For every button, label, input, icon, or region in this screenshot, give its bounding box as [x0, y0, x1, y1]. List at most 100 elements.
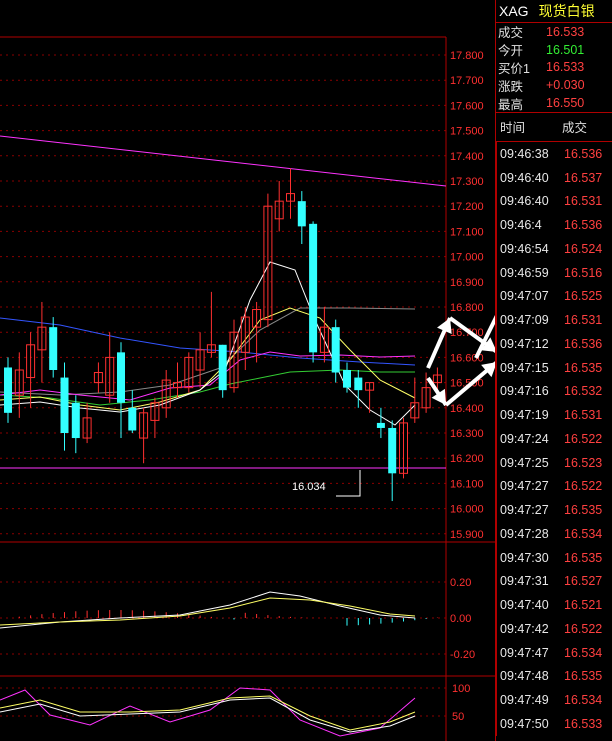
- tick-price: 16.531: [564, 408, 603, 423]
- price-axis-label: 16.300: [450, 428, 484, 440]
- tick-time: 09:47:12: [500, 336, 549, 351]
- price-axis-label: 15.900: [450, 529, 484, 541]
- macd-dea: [0, 597, 416, 626]
- price-axis-label: 17.000: [450, 252, 484, 264]
- tick-row: 09:46:40 16.531: [495, 189, 612, 214]
- tick-price: 16.534: [564, 526, 603, 541]
- tick-time: 09:47:19: [500, 408, 549, 423]
- tick-price: 16.534: [564, 693, 603, 708]
- tick-time: 09:46:40: [500, 194, 549, 209]
- tick-time: 09:47:40: [500, 598, 549, 613]
- tick-row: 09:46:4 16.536: [495, 213, 612, 237]
- price-axis-label: 17.300: [450, 176, 484, 188]
- symbol-name: 现货白银: [538, 3, 595, 19]
- tick-time: 09:47:42: [500, 621, 549, 636]
- ticks-header: 时间 成交: [496, 113, 612, 142]
- price-axis-label: 16.800: [450, 302, 484, 314]
- tick-price: 16.523: [564, 455, 603, 470]
- quote-label: 今开: [498, 44, 524, 59]
- tick-price: 16.536: [564, 336, 603, 351]
- tick-price: 16.534: [564, 645, 603, 660]
- tick-time: 09:47:49: [500, 693, 549, 708]
- quote-row: 涨跌 +0.030: [496, 76, 612, 94]
- macd-dif: [0, 591, 416, 629]
- price-axis-label: 17.600: [450, 100, 484, 112]
- tick-row: 09:47:09 16.531: [495, 308, 612, 332]
- candle-body-down: [309, 223, 318, 353]
- tick-time: 09:46:4: [500, 218, 542, 233]
- symbol-header: XAG 现货白银: [496, 0, 612, 23]
- price-axis-label: 16.100: [450, 478, 484, 490]
- tick-time: 09:47:47: [500, 645, 549, 660]
- trend-line: [0, 135, 447, 187]
- tick-time: 09:47:16: [500, 384, 549, 399]
- tick-time: 09:47:50: [500, 716, 549, 731]
- quote-row: 今开 16.501: [496, 41, 612, 59]
- tick-price: 16.522: [564, 479, 603, 494]
- price-axis-label: 16.200: [450, 453, 484, 465]
- tick-list[interactable]: 09:46:38 16.536 09:46:40 16.537 09:46:40 16.5…: [495, 141, 612, 736]
- tick-price: 16.532: [564, 384, 603, 399]
- tick-time: 09:47:09: [500, 313, 549, 328]
- price-axis-label: 16.400: [450, 403, 484, 415]
- tick-time: 09:47:30: [500, 550, 549, 565]
- tick-row: 09:47:16 16.532: [495, 379, 612, 404]
- tick-row: 09:47:48 16.535: [495, 664, 612, 689]
- tick-time: 09:46:40: [500, 170, 549, 185]
- tick-row: 09:47:50 16.533: [495, 711, 612, 736]
- tick-row: 09:46:54 16.524: [495, 236, 612, 261]
- tick-row: 09:46:40 16.537: [495, 165, 612, 190]
- kdj-axis-label: 50: [452, 711, 464, 723]
- kline-chart[interactable]: 17.800 17.700 17.600 17.500 17.400 17.300 17.2…: [0, 0, 495, 741]
- tick-row: 09:47:49 16.534: [495, 688, 612, 712]
- candle-body-down: [117, 352, 125, 403]
- tick-price: 16.522: [564, 621, 603, 636]
- candle-body-down: [218, 344, 227, 391]
- candle-body-down: [128, 407, 137, 431]
- tick-row: 09:47:30 16.535: [495, 545, 612, 570]
- tick-price: 16.531: [564, 194, 603, 209]
- tick-price: 16.535: [564, 669, 603, 684]
- symbol-code: XAG: [499, 3, 529, 19]
- price-axis-label: 16.900: [450, 277, 484, 289]
- tick-time: 09:47:27: [500, 479, 549, 494]
- kdj-axis-label: 100: [452, 683, 470, 695]
- price-axis-label: 17.100: [450, 226, 484, 238]
- tick-row: 09:47:15 16.535: [495, 355, 612, 380]
- kdj-d: [0, 695, 416, 731]
- tick-time: 09:47:15: [500, 360, 549, 375]
- tick-time: 09:46:54: [500, 241, 549, 256]
- tick-time: 09:46:59: [500, 265, 549, 280]
- candle-body-down: [4, 367, 12, 413]
- tick-row: 09:47:47 16.534: [495, 640, 612, 665]
- tick-time: 09:47:25: [500, 455, 549, 470]
- tick-row: 09:47:25 16.523: [495, 450, 612, 475]
- tick-time: 09:47:24: [500, 431, 549, 446]
- price-axis-label: 17.700: [450, 75, 484, 87]
- tick-price: 16.527: [564, 574, 603, 589]
- tick-time: 09:47:07: [500, 289, 549, 304]
- tick-row: 09:47:27 16.522: [495, 474, 612, 499]
- tick-price: 16.535: [564, 550, 603, 565]
- quote-row: 最高 16.550: [496, 94, 612, 112]
- quote-label: 买价1: [498, 62, 530, 76]
- tick-price: 16.536: [564, 218, 603, 233]
- tick-row: 09:46:38 16.536: [495, 141, 612, 166]
- quote-label: 涨跌: [498, 79, 524, 94]
- tick-price: 16.537: [564, 170, 603, 185]
- tick-price: 16.522: [564, 431, 603, 446]
- ma-blue: [0, 317, 416, 366]
- candle-body-down: [71, 402, 80, 439]
- kline-svg[interactable]: 17.800 17.700 17.600 17.500 17.400 17.300 17.2…: [0, 0, 495, 741]
- candle-body-down: [60, 377, 69, 433]
- tick-time: 09:47:31: [500, 574, 549, 589]
- quote-label: 最高: [498, 97, 524, 112]
- tick-price: 16.536: [564, 146, 603, 161]
- kdj-j: [0, 687, 416, 737]
- price-axis-label: 17.200: [450, 201, 484, 213]
- price-axis-label: 17.800: [450, 50, 484, 62]
- tick-row: 09:47:19 16.531: [495, 403, 612, 427]
- tick-price: 16.535: [564, 503, 603, 518]
- macd-axis-label: 0.20: [450, 577, 471, 589]
- tick-row: 09:47:40 16.521: [495, 593, 612, 617]
